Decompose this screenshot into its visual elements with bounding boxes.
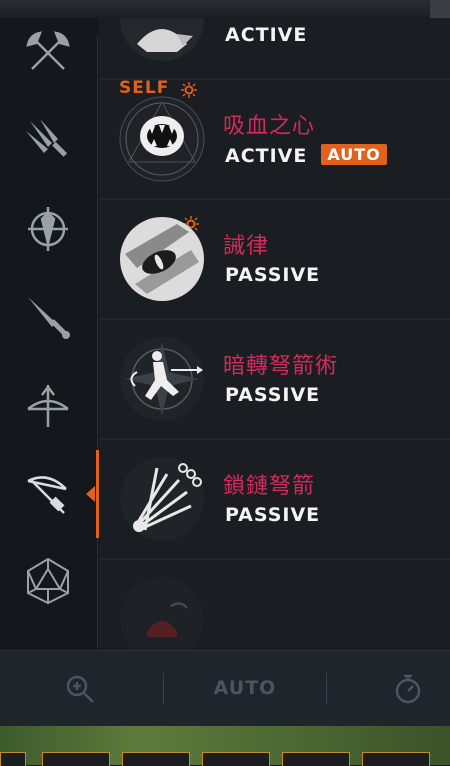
separator bbox=[326, 673, 327, 705]
category-triple-blade[interactable] bbox=[19, 112, 77, 170]
skill-type: PASSIVE bbox=[225, 264, 321, 286]
skill-list[interactable]: ACTIVE SELF 吸血之心 ACTIVE AUTO 誡律 PASSIVE … bbox=[99, 18, 450, 650]
auto-badge: AUTO bbox=[321, 144, 387, 165]
top-tab bbox=[430, 0, 450, 18]
beast-skull-icon bbox=[117, 18, 207, 64]
category-crossbow[interactable] bbox=[19, 464, 77, 522]
skill-row[interactable]: ACTIVE bbox=[99, 18, 450, 80]
hotbar-slot[interactable] bbox=[42, 752, 110, 766]
skill-type: ACTIVE bbox=[225, 24, 308, 46]
skill-name: 暗轉弩箭術 bbox=[223, 354, 339, 379]
skill-type: ACTIVE bbox=[225, 145, 308, 167]
helmet-icon bbox=[117, 574, 207, 650]
hotbar bbox=[0, 752, 450, 766]
skill-row[interactable]: SELF 吸血之心 ACTIVE AUTO bbox=[99, 78, 450, 200]
category-d20[interactable] bbox=[19, 552, 77, 610]
skill-name: 誡律 bbox=[223, 234, 270, 259]
skill-row[interactable]: 暗轉弩箭術 PASSIVE bbox=[99, 320, 450, 440]
hotbar-slot[interactable] bbox=[0, 752, 26, 766]
category-crossed-axes[interactable] bbox=[19, 24, 77, 82]
dragon-eye-icon bbox=[117, 214, 207, 304]
skill-type: PASSIVE bbox=[225, 384, 321, 406]
triple-blade-icon bbox=[26, 119, 68, 157]
top-bar bbox=[0, 0, 450, 18]
hotbar-slot[interactable] bbox=[282, 752, 350, 766]
skill-row[interactable]: 誡律 PASSIVE bbox=[99, 200, 450, 320]
hotbar-slot[interactable] bbox=[122, 752, 190, 766]
hotbar-slot[interactable] bbox=[362, 752, 430, 766]
shield-sword-icon bbox=[28, 207, 68, 251]
category-dagger[interactable] bbox=[19, 288, 77, 346]
separator bbox=[163, 673, 164, 705]
stopwatch-icon[interactable] bbox=[392, 673, 424, 705]
selected-category-arrow bbox=[86, 486, 95, 502]
auto-button[interactable]: AUTO bbox=[190, 677, 300, 699]
skill-type: PASSIVE bbox=[225, 504, 321, 526]
skill-row[interactable] bbox=[99, 560, 450, 650]
hotbar-slot[interactable] bbox=[202, 752, 270, 766]
category-sidebar bbox=[0, 18, 98, 650]
d20-icon bbox=[27, 557, 69, 605]
bottom-control-bar: AUTO bbox=[0, 650, 450, 727]
category-shield-sword[interactable] bbox=[19, 200, 77, 258]
crossed-axes-icon bbox=[26, 31, 70, 70]
dodging-figure-icon bbox=[117, 334, 207, 424]
dagger-icon bbox=[28, 297, 70, 339]
skill-name: 鎖鏈弩箭 bbox=[223, 474, 316, 499]
skill-type-row: ACTIVE AUTO bbox=[225, 144, 387, 167]
sidebar-divider bbox=[97, 36, 98, 648]
category-bow[interactable] bbox=[19, 376, 77, 434]
chain-bolt-icon bbox=[117, 454, 207, 544]
zoom-in-icon[interactable] bbox=[64, 673, 96, 705]
skill-row[interactable]: 鎖鏈弩箭 PASSIVE bbox=[99, 440, 450, 560]
fanged-maw-icon bbox=[117, 94, 207, 184]
bow-icon bbox=[27, 385, 69, 427]
skill-name: 吸血之心 bbox=[223, 114, 316, 139]
crossbow-icon bbox=[27, 476, 67, 514]
